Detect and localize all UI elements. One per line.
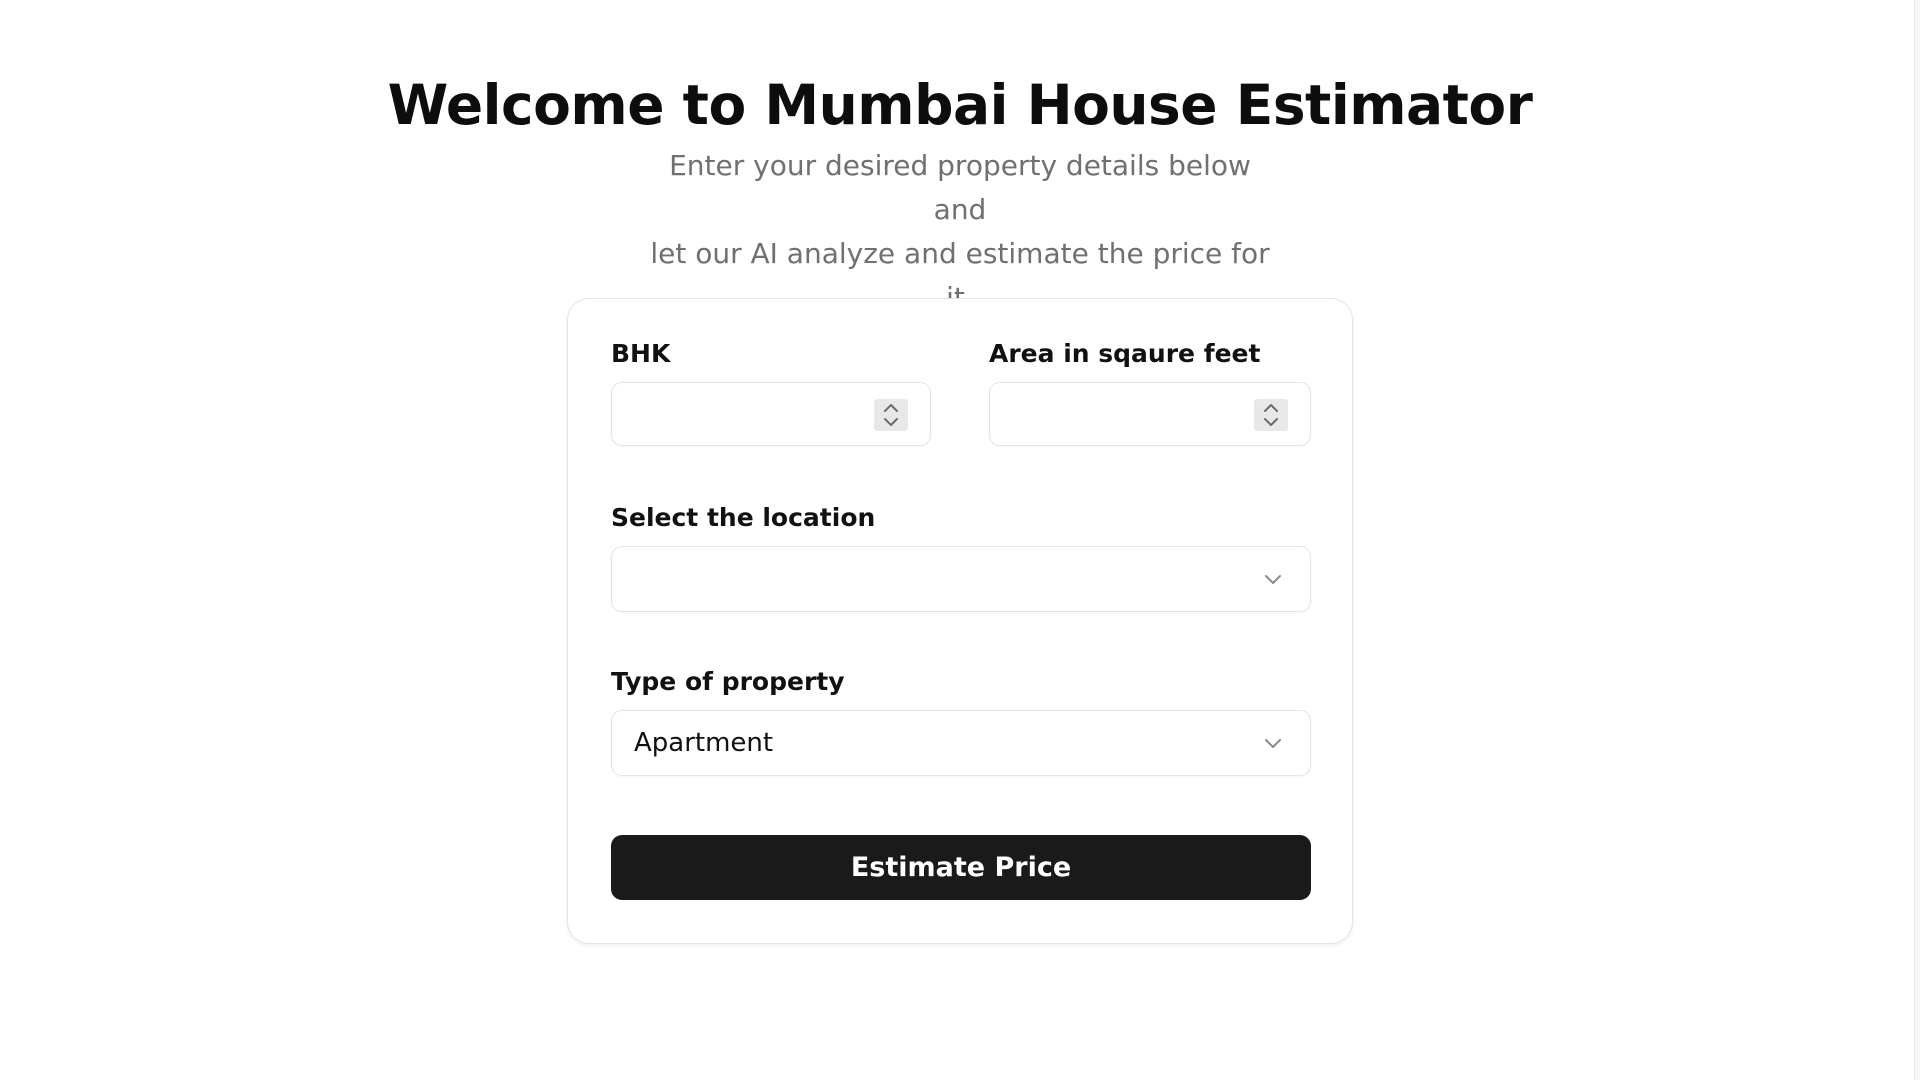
bhk-input-box[interactable] (611, 382, 931, 446)
page-subtitle: Enter your desired property details belo… (640, 144, 1280, 320)
property-type-select[interactable]: Apartment (611, 710, 1311, 776)
bhk-stepper[interactable] (874, 399, 908, 431)
bhk-input[interactable] (612, 383, 872, 443)
bhk-label: BHK (611, 339, 671, 368)
subtitle-line-1: Enter your desired property details belo… (669, 149, 1251, 226)
location-field: Select the location (611, 503, 1311, 613)
estimator-form-card: BHK Area in sqaure feet Select the locat… (567, 298, 1353, 944)
property-type-selected-value: Apartment (634, 728, 774, 758)
up-down-stepper-icon (884, 404, 898, 426)
up-down-stepper-icon (1264, 404, 1278, 426)
area-stepper[interactable] (1254, 399, 1288, 431)
area-label: Area in sqaure feet (989, 339, 1261, 368)
page-title: Welcome to Mumbai House Estimator (387, 73, 1533, 137)
chevron-down-icon (1265, 575, 1281, 584)
estimate-price-button[interactable]: Estimate Price (611, 835, 1311, 900)
page-scrollbar[interactable] (1914, 0, 1920, 1080)
area-field: Area in sqaure feet (989, 339, 1311, 449)
property-type-label: Type of property (611, 667, 845, 696)
chevron-down-icon (1265, 739, 1281, 748)
property-type-field: Type of property Apartment (611, 667, 1311, 777)
area-input[interactable] (990, 383, 1250, 443)
location-label: Select the location (611, 503, 876, 532)
bhk-field: BHK (611, 339, 931, 449)
page: Welcome to Mumbai House Estimator Enter … (0, 0, 1920, 1080)
header: Welcome to Mumbai House Estimator Enter … (0, 70, 1920, 320)
area-input-box[interactable] (989, 382, 1311, 446)
location-select[interactable] (611, 546, 1311, 612)
